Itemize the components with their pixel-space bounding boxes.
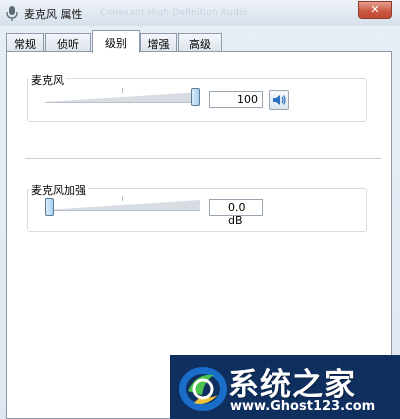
microphone-label: 麦克风	[29, 72, 66, 88]
section-divider	[25, 158, 381, 159]
microphone-slider-tick	[122, 88, 123, 93]
tab-general[interactable]: 常规	[6, 33, 44, 52]
microphone-mute-button[interactable]	[269, 90, 289, 110]
house-logo-icon	[179, 367, 227, 411]
boost-level-field[interactable]: 0.0 dB	[209, 199, 263, 227]
boost-slider-thumb[interactable]	[45, 198, 54, 216]
speaker-icon	[273, 95, 286, 105]
close-icon: ✕	[370, 3, 380, 16]
microphone-slider-thumb[interactable]	[191, 88, 200, 106]
window-title: 麦克风 属性	[24, 8, 83, 21]
boost-slider-tick	[122, 196, 123, 201]
microphone-icon	[6, 6, 18, 21]
tab-enhancements[interactable]: 增强	[140, 33, 177, 52]
watermark-title: 系统之家	[228, 367, 356, 403]
tab-general-label: 常规	[14, 38, 36, 51]
tab-listen[interactable]: 侦听	[45, 33, 91, 52]
properties-window: 麦克风 属性 Conexant High Definition Audio ✕ …	[0, 0, 400, 419]
tab-levels[interactable]: 级别	[92, 30, 140, 53]
window-title-faint: Conexant High Definition Audio	[100, 8, 248, 18]
boost-label: 麦克风加强	[29, 182, 88, 198]
tab-advanced-label: 高级	[189, 38, 211, 51]
tab-enhancements-label: 增强	[147, 38, 170, 51]
title-bar[interactable]: 麦克风 属性 Conexant High Definition Audio ✕	[0, 0, 400, 26]
tab-listen-label: 侦听	[57, 38, 79, 51]
microphone-level-field[interactable]: 100	[209, 91, 263, 108]
close-button[interactable]: ✕	[358, 1, 392, 19]
watermark-url: www.Ghost123.com	[230, 399, 376, 414]
tab-levels-label: 级别	[105, 37, 127, 50]
tab-advanced[interactable]: 高级	[178, 33, 222, 52]
watermark-logo: 系统之家 www.Ghost123.com	[170, 355, 400, 419]
